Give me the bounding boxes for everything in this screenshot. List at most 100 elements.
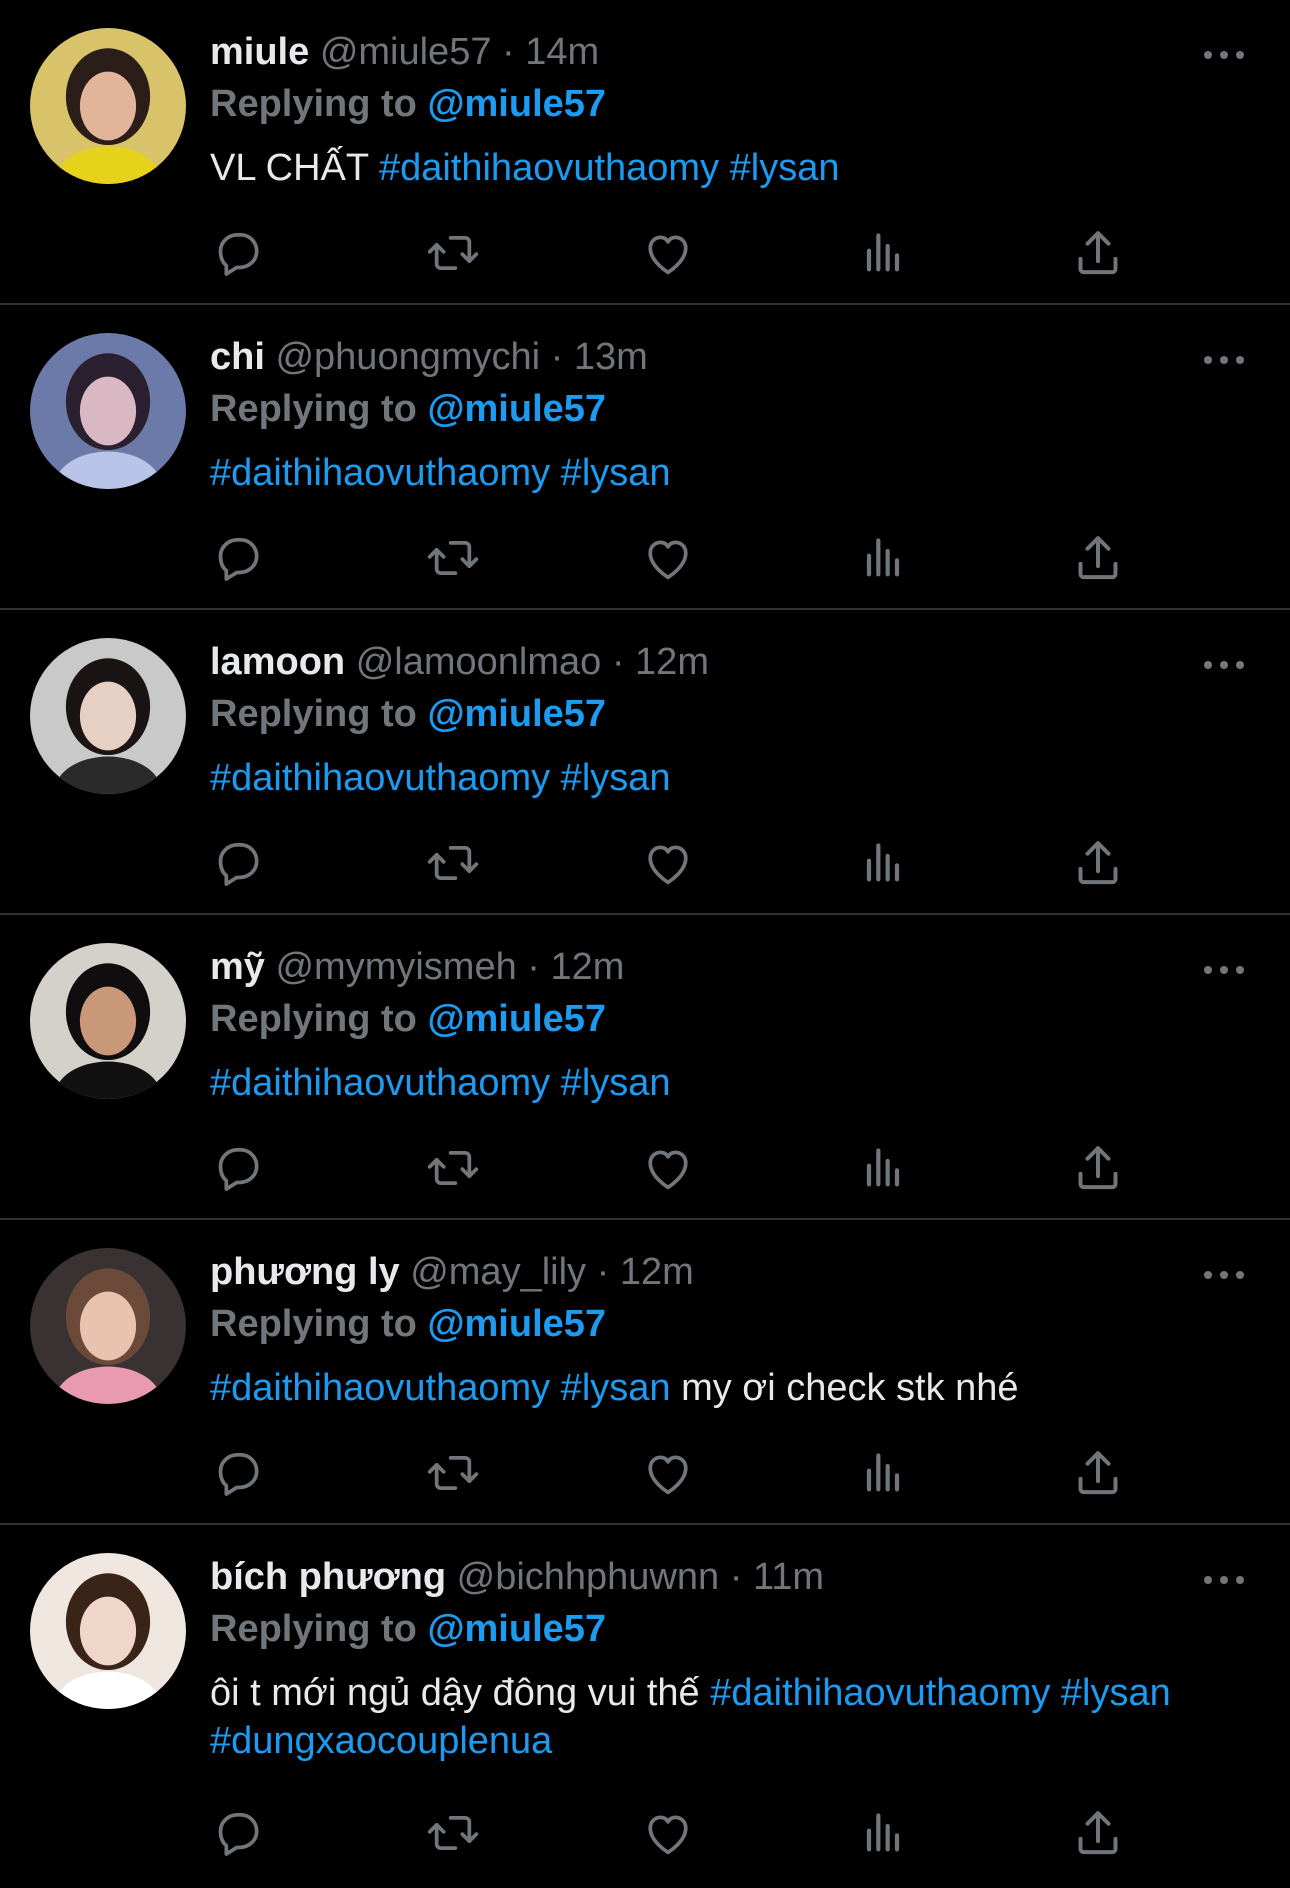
avatar[interactable] [30,333,186,489]
tweet[interactable]: chi @phuongmychi · 13m Replying to @miul… [0,305,1290,610]
retweet-button[interactable] [425,1140,481,1196]
more-dots-icon[interactable] [1204,955,1244,985]
timestamp[interactable]: 12m [620,1251,694,1293]
more-dots-icon[interactable] [1204,1260,1244,1290]
tweet[interactable]: phương ly @may_lily · 12m Replying to @m… [0,1220,1290,1525]
retweet-icon [427,1455,479,1491]
user-handle[interactable]: @may_lily [410,1251,586,1293]
like-button[interactable] [640,1805,696,1861]
avatar[interactable] [30,638,186,794]
replying-to: Replying to @miule57 [210,1298,1230,1350]
dot [1204,966,1212,974]
avatar[interactable] [30,1248,186,1404]
views-bar-chart-icon [866,1813,900,1852]
display-name[interactable]: chi [210,336,265,378]
like-button[interactable] [640,835,696,891]
replying-to-mention[interactable]: @miule57 [427,1303,606,1345]
retweet-button[interactable] [425,1445,481,1501]
display-name[interactable]: miule [210,31,309,73]
avatar-image [30,638,186,794]
tweet-content: bích phương @bichhphuwnn · 11m Replying … [210,1551,1230,1765]
tweet-text: #daithihaovuthaomy #lysan [210,1059,1230,1107]
user-handle[interactable]: @phuongmychi [275,336,540,378]
hashtags[interactable]: #daithihaovuthaomy #lysan [210,1062,671,1104]
avatar[interactable] [30,1553,186,1709]
reply-button[interactable] [210,1445,266,1501]
more-dots-icon[interactable] [1204,650,1244,680]
retweet-icon [427,540,479,576]
share-button[interactable] [1070,1805,1126,1861]
retweet-button[interactable] [425,530,481,586]
views-button[interactable] [855,225,911,281]
reply-button[interactable] [210,835,266,891]
replying-to-mention[interactable]: @miule57 [427,1608,606,1650]
tweet[interactable]: mỹ @mymyismeh · 12m Replying to @miule57… [0,915,1290,1220]
heart-icon [648,1150,688,1190]
replying-to-mention[interactable]: @miule57 [427,83,606,125]
tweet[interactable]: bích phương @bichhphuwnn · 11m Replying … [0,1525,1290,1883]
dot [1236,356,1244,364]
replying-to-mention[interactable]: @miule57 [427,388,606,430]
more-dots-icon[interactable] [1204,1565,1244,1595]
replying-to: Replying to @miule57 [210,688,1230,740]
retweet-button[interactable] [425,225,481,281]
like-button[interactable] [640,1445,696,1501]
share-button[interactable] [1070,225,1126,281]
more-dots-icon[interactable] [1204,40,1244,70]
user-handle[interactable]: @bichhphuwnn [457,1556,720,1598]
timestamp[interactable]: 14m [525,31,599,73]
timestamp[interactable]: 11m [753,1556,824,1598]
reply-button[interactable] [210,1805,266,1861]
share-upload-icon [1078,841,1118,885]
share-button[interactable] [1070,1140,1126,1196]
replying-to-label: Replying to [210,1608,417,1650]
hashtags[interactable]: #daithihaovuthaomy #lysan [210,757,671,799]
views-button[interactable] [855,1805,911,1861]
hashtags[interactable]: #daithihaovuthaomy #lysan [379,147,840,189]
tweet-header: lamoon @lamoonlmao · 12m [210,636,1230,688]
avatar[interactable] [30,943,186,1099]
views-bar-chart-icon [866,538,900,577]
share-button[interactable] [1070,835,1126,891]
reply-bubble-icon [218,232,259,276]
retweet-button[interactable] [425,1805,481,1861]
tweet-actions [210,1445,1150,1501]
like-button[interactable] [640,1140,696,1196]
timestamp[interactable]: 13m [574,336,648,378]
display-name[interactable]: lamoon [210,641,345,683]
share-button[interactable] [1070,530,1126,586]
views-button[interactable] [855,1140,911,1196]
timestamp[interactable]: 12m [551,946,625,988]
user-handle[interactable]: @miule57 [320,31,492,73]
reply-button[interactable] [210,530,266,586]
replying-to: Replying to @miule57 [210,78,1230,130]
dot [1236,661,1244,669]
views-button[interactable] [855,1445,911,1501]
share-button[interactable] [1070,1445,1126,1501]
display-name[interactable]: bích phương [210,1556,446,1598]
tweet-actions [210,835,1150,891]
hashtags[interactable]: #daithihaovuthaomy #lysan [210,452,671,494]
display-name[interactable]: phương ly [210,1251,400,1293]
tweet[interactable]: miule @miule57 · 14m Replying to @miule5… [0,0,1290,305]
more-dots-icon[interactable] [1204,345,1244,375]
like-button[interactable] [640,530,696,586]
user-handle[interactable]: @mymyismeh [275,946,516,988]
views-button[interactable] [855,835,911,891]
replying-to-mention[interactable]: @miule57 [427,998,606,1040]
timestamp[interactable]: 12m [635,641,709,683]
display-name[interactable]: mỹ [210,946,265,988]
avatar[interactable] [30,28,186,184]
replying-to-mention[interactable]: @miule57 [427,693,606,735]
views-button[interactable] [855,530,911,586]
like-button[interactable] [640,225,696,281]
retweet-button[interactable] [425,835,481,891]
user-handle[interactable]: @lamoonlmao [356,641,602,683]
tweet-content: mỹ @mymyismeh · 12m Replying to @miule57… [210,941,1230,1107]
reply-button[interactable] [210,1140,266,1196]
hashtags[interactable]: #daithihaovuthaomy #lysan [210,1367,671,1409]
separator-dot: · [502,31,515,73]
tweet[interactable]: lamoon @lamoonlmao · 12m Replying to @mi… [0,610,1290,915]
reply-button[interactable] [210,225,266,281]
retweet-icon [427,1815,479,1851]
